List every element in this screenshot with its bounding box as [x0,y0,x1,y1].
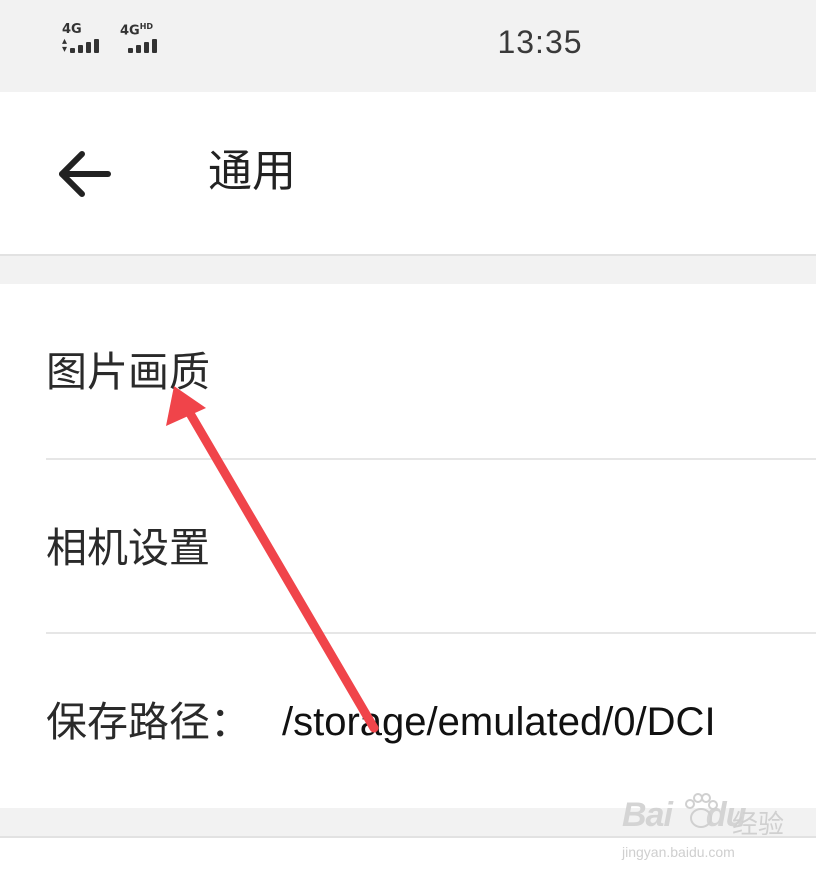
status-bar: 4G ▴ ▾ 4GHD 13:35 [0,0,816,84]
settings-item-save-path[interactable]: 保存路径： /storage/emulated/0/DCI [0,634,816,808]
settings-item-label: 保存路径： [46,698,251,746]
app-header: 通用 [0,92,816,256]
arrow-left-icon [59,151,111,197]
settings-list: 图片画质 相机设置 保存路径： /storage/emulated/0/DCI [0,284,816,808]
next-section [0,836,816,880]
screen: 4G ▴ ▾ 4GHD 13:35 通用 图片画质 相机设置 保存路径： /st… [0,0,816,880]
save-path-value: /storage/emulated/0/DCI [282,700,716,744]
settings-item-label: 相机设置 [46,524,210,572]
settings-item-image-quality[interactable]: 图片画质 [0,284,816,458]
back-button[interactable] [52,144,116,204]
settings-item-label: 图片画质 [46,348,210,396]
settings-item-camera-settings[interactable]: 相机设置 [0,460,816,634]
status-clock: 13:35 [497,24,583,60]
page-title: 通用 [208,146,296,197]
